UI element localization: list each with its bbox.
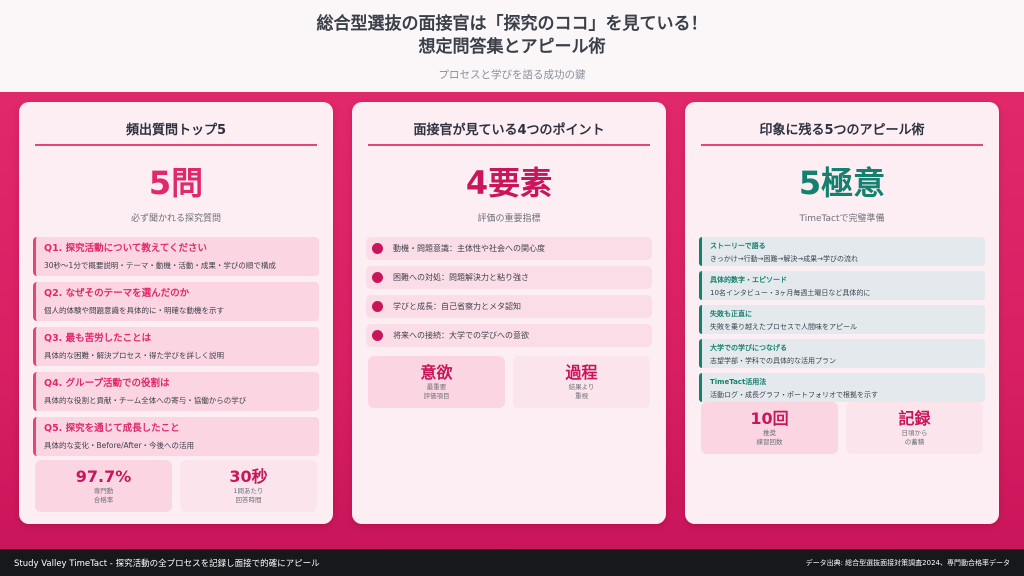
point-text: 将来への接続：大学での学びへの意欲 xyxy=(393,331,529,340)
appeal-item: 具体的数字・エピソード 10名インタビュー・3ヶ月毎週土曜日など具体的に xyxy=(699,271,985,300)
stat-label: 日頃から xyxy=(901,429,928,437)
appeal-heading: 具体的数字・エピソード xyxy=(710,276,787,284)
footer-source: データ出典: 総合型選抜面接対策調査2024、専門動合格率データ xyxy=(805,558,1010,567)
title-line-1: 総合型選抜の面接官は「探究のココ」を見ている！ xyxy=(316,14,708,34)
appeal-description: 活動ログ・成長グラフ・ポートフォリオで根拠を示す xyxy=(710,391,878,399)
page-header: 総合型選抜の面接官は「探究のココ」を見ている！ 想定問答集とアピール術 プロセス… xyxy=(0,0,1024,92)
appeal-heading: 大学での学びにつなげる xyxy=(710,344,787,352)
appeal-item: ストーリーで語る きっかけ→行動→困難→解決→成果→学びの流れ xyxy=(699,237,985,266)
appeal-description: 10名インタビュー・3ヶ月毎週土曜日など具体的に xyxy=(710,289,871,297)
card-title: 印象に残る5つのアピール術 xyxy=(701,102,983,146)
big-number: 5問 xyxy=(148,164,204,202)
card-caption: 評価の重要指標 xyxy=(477,214,541,224)
stat-label: 評価項目 xyxy=(423,392,450,400)
stat-label: 専門動 xyxy=(93,487,114,495)
content-band: 頻出質問トップ5 5問 必ず聞かれる探究質問 Q1. 探究活動について教えてくだ… xyxy=(0,92,1024,549)
appeal-heading: ストーリーで語る xyxy=(710,242,766,250)
page-subtitle: プロセスと学びを語る成功の鍵 xyxy=(438,69,586,81)
stat-box: 意欲 最重要 評価項目 xyxy=(368,356,505,408)
stat-label: の蓄積 xyxy=(904,438,925,446)
stat-value: 30秒 xyxy=(229,467,268,486)
stat-label: 結果より xyxy=(568,383,595,391)
stat-value: 97.7% xyxy=(75,467,132,486)
title-line-2: 想定問答集とアピール術 xyxy=(418,37,606,57)
card-title: 頻出質問トップ5 xyxy=(35,102,317,146)
appeal-item: 大学での学びにつなげる 志望学部・学科での具体的な活用プラン xyxy=(699,339,985,368)
page-footer: Study Valley TimeTact - 探究活動の全プロセスを記録し面接… xyxy=(0,549,1024,576)
card-title: 面接官が見ている4つのポイント xyxy=(368,102,650,146)
question-heading: Q1. 探究活動について教えてください xyxy=(44,243,208,254)
appeal-heading: 失敗も正直に xyxy=(710,310,752,318)
point-item: 動機・問題意識：主体性や社会への関心度 xyxy=(366,237,652,260)
point-text: 学びと成長：自己省察力とメタ認知 xyxy=(393,302,521,311)
stat-value: 10回 xyxy=(750,409,789,428)
stats-row: 意欲 最重要 評価項目 過程 結果より 重視 xyxy=(368,356,650,408)
point-text: 動機・問題意識：主体性や社会への関心度 xyxy=(393,244,545,253)
question-item: Q4. グループ活動での役割は 具体的な役割と貢献・チーム全体への寄与・協働から… xyxy=(33,372,319,411)
point-list: 動機・問題意識：主体性や社会への関心度 困難への対処：問題解決力と粘り強さ 学び… xyxy=(366,237,652,347)
appeal-heading: TimeTact活用法 xyxy=(710,378,767,386)
stat-label: 最重要 xyxy=(426,383,447,391)
question-heading: Q5. 探究を通じて成長したこと xyxy=(44,423,180,434)
question-item: Q3. 最も苦労したことは 具体的な困難・解決プロセス・得た学びを詳しく説明 xyxy=(33,327,319,366)
stat-label: 重視 xyxy=(575,392,588,400)
stat-label: 合格率 xyxy=(93,496,114,504)
appeal-card: 印象に残る5つのアピール術 5極意 TimeTactで完璧準備 ストーリーで語る… xyxy=(685,102,999,524)
stat-value: 過程 xyxy=(565,363,598,382)
appeal-description: 志望学部・学科での具体的な活用プラン xyxy=(710,357,836,365)
stat-label: 1問あたり xyxy=(233,487,264,495)
stat-value: 記録 xyxy=(898,409,931,428)
question-description: 具体的な変化・Before/After・今後への活用 xyxy=(44,441,195,450)
appeal-item: 失敗も正直に 失敗を乗り越えたプロセスで人間味をアピール xyxy=(699,305,985,334)
questions-card: 頻出質問トップ5 5問 必ず聞かれる探究質問 Q1. 探究活動について教えてくだ… xyxy=(19,102,333,524)
bullet-dot-icon xyxy=(372,301,383,312)
question-heading: Q2. なぜそのテーマを選んだのか xyxy=(44,288,190,299)
stat-box: 30秒 1問あたり 回答時間 xyxy=(180,460,317,512)
bullet-dot-icon xyxy=(372,272,383,283)
appeal-item: TimeTact活用法 活動ログ・成長グラフ・ポートフォリオで根拠を示す xyxy=(699,373,985,402)
stat-box: 97.7% 専門動 合格率 xyxy=(35,460,172,512)
point-text: 困難への対処：問題解決力と粘り強さ xyxy=(393,273,529,282)
question-description: 30秒〜1分で概要説明・テーマ・動機・活動・成果・学びの順で構成 xyxy=(44,261,276,270)
point-item: 将来への接続：大学での学びへの意欲 xyxy=(366,324,652,347)
stat-value: 意欲 xyxy=(420,363,453,382)
question-heading: Q3. 最も苦労したことは xyxy=(44,333,152,344)
question-description: 具体的な困難・解決プロセス・得た学びを詳しく説明 xyxy=(44,351,224,360)
footer-tagline: Study Valley TimeTact - 探究活動の全プロセスを記録し面接… xyxy=(14,558,320,569)
question-description: 個人的体験や問題意識を具体的に・明確な動機を示す xyxy=(44,306,224,315)
card-caption: 必ず聞かれる探究質問 xyxy=(130,214,221,224)
bullet-dot-icon xyxy=(372,330,383,341)
stat-label: 回答時間 xyxy=(235,496,262,504)
question-item: Q2. なぜそのテーマを選んだのか 個人的体験や問題意識を具体的に・明確な動機を… xyxy=(33,282,319,321)
question-heading: Q4. グループ活動での役割は xyxy=(44,378,170,389)
stats-row: 97.7% 専門動 合格率 30秒 1問あたり 回答時間 xyxy=(35,460,317,512)
stat-box: 10回 推奨 練習回数 xyxy=(701,402,838,454)
appeal-description: 失敗を乗り越えたプロセスで人間味をアピール xyxy=(710,323,857,331)
appeal-description: きっかけ→行動→困難→解決→成果→学びの流れ xyxy=(710,255,859,263)
big-number: 5極意 xyxy=(798,164,886,202)
appeal-list: ストーリーで語る きっかけ→行動→困難→解決→成果→学びの流れ 具体的数字・エピ… xyxy=(699,237,985,402)
points-card: 面接官が見ている4つのポイント 4要素 評価の重要指標 動機・問題意識：主体性や… xyxy=(352,102,666,524)
stat-box: 記録 日頃から の蓄積 xyxy=(846,402,983,454)
point-item: 困難への対処：問題解決力と粘り強さ xyxy=(366,266,652,289)
stat-label: 推奨 xyxy=(763,429,776,437)
stat-label: 練習回数 xyxy=(756,438,783,446)
point-item: 学びと成長：自己省察力とメタ認知 xyxy=(366,295,652,318)
stats-row: 10回 推奨 練習回数 記録 日頃から の蓄積 xyxy=(701,402,983,454)
page-title: 総合型選抜の面接官は「探究のココ」を見ている！ 想定問答集とアピール術 xyxy=(0,0,1024,59)
card-caption: TimeTactで完璧準備 xyxy=(799,214,885,224)
big-number: 4要素 xyxy=(465,164,553,202)
question-list: Q1. 探究活動について教えてください 30秒〜1分で概要説明・テーマ・動機・活… xyxy=(33,237,319,456)
stat-box: 過程 結果より 重視 xyxy=(513,356,650,408)
question-item: Q1. 探究活動について教えてください 30秒〜1分で概要説明・テーマ・動機・活… xyxy=(33,237,319,276)
bullet-dot-icon xyxy=(372,243,383,254)
question-item: Q5. 探究を通じて成長したこと 具体的な変化・Before/After・今後へ… xyxy=(33,417,319,456)
question-description: 具体的な役割と貢献・チーム全体への寄与・協働からの学び xyxy=(44,396,247,405)
